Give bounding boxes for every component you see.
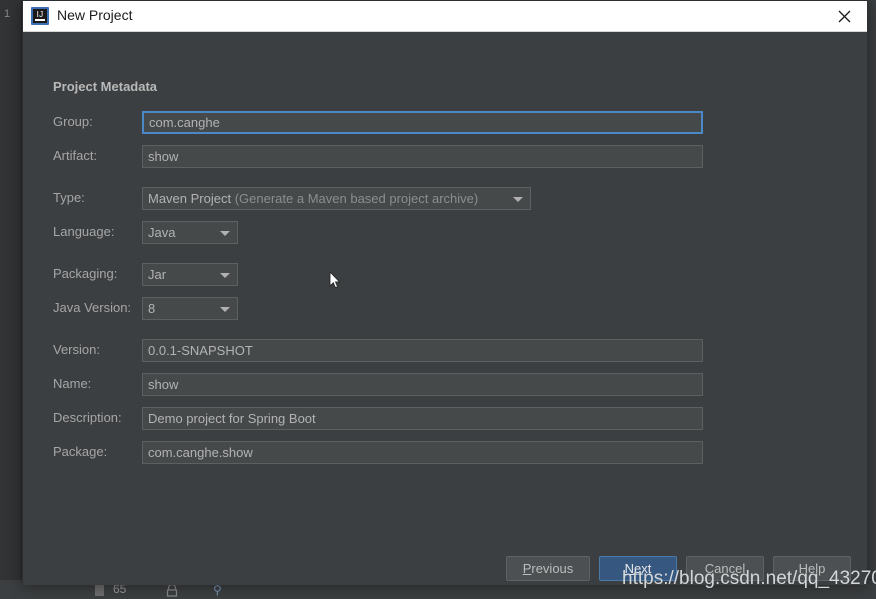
combo-java-version[interactable]: 8 [142,297,238,320]
previous-button[interactable]: Previous [506,556,590,581]
field-row-group: Group: com.canghe [23,111,867,135]
branch-icon[interactable]: ⚲ [213,583,222,597]
label-name: Name: [53,376,92,391]
label-group: Group: [53,114,93,129]
field-row-java-version: Java Version: 8 [23,297,867,321]
label-artifact: Artifact: [53,148,98,163]
section-heading: Project Metadata [53,79,158,94]
field-row-artifact: Artifact: show [23,145,867,169]
label-package: Package: [53,444,108,459]
field-row-version: Version: 0.0.1-SNAPSHOT [23,339,867,363]
ide-left-strip-marker: 1 [4,8,11,20]
combo-java-version-value: 8 [148,301,156,316]
combo-type-value-detail: (Generate a Maven based project archive) [234,191,479,206]
input-group[interactable]: com.canghe [142,111,703,134]
dialog-title: New Project [57,7,133,23]
combo-language[interactable]: Java [142,221,238,244]
dialog-titlebar: IJ New Project [23,1,867,32]
ide-left-strip: 1 [0,0,22,599]
input-version[interactable]: 0.0.1-SNAPSHOT [142,339,703,362]
app-icon-text: IJ [36,10,44,19]
combo-packaging-value: Jar [148,267,167,282]
input-artifact[interactable]: show [142,145,703,168]
field-row-packaging: Packaging: Jar [23,263,867,287]
field-row-name: Name: show [23,373,867,397]
chevron-down-icon [220,272,230,278]
close-icon [838,10,851,22]
combo-packaging[interactable]: Jar [142,263,238,286]
chevron-down-icon [220,230,230,236]
label-packaging: Packaging: [53,266,118,281]
label-java-version: Java Version: [53,300,132,315]
field-row-package: Package: com.canghe.show [23,441,867,465]
chevron-down-icon [513,196,523,202]
label-language: Language: [53,224,115,239]
combo-language-value: Java [148,225,176,240]
previous-button-mnemonic: P [522,561,532,576]
field-row-language: Language: Java [23,221,867,245]
input-package[interactable]: com.canghe.show [142,441,703,464]
close-button[interactable] [822,1,867,31]
input-description[interactable]: Demo project for Spring Boot [142,407,703,430]
input-name[interactable]: show [142,373,703,396]
label-type: Type: [53,190,85,205]
intellij-idea-icon: IJ [31,7,49,25]
label-description: Description: [53,410,122,425]
chevron-down-icon [220,306,230,312]
previous-button-label: revious [531,561,574,576]
field-row-type: Type: Maven Project (Generate a Maven ba… [23,187,867,211]
watermark-url: https://blog.csdn.net/qq_43270074 [622,568,876,589]
label-version: Version: [53,342,100,357]
field-row-description: Description: Demo project for Spring Boo… [23,407,867,431]
status-swatch-icon [95,585,104,596]
combo-type-value: Maven Project [148,191,232,206]
lock-icon[interactable] [165,584,179,597]
new-project-dialog: IJ New Project Project Metadata Group: c… [22,0,868,585]
dialog-body: Project Metadata Group: com.canghe Artif… [23,32,867,585]
combo-type[interactable]: Maven Project (Generate a Maven based pr… [142,187,531,210]
app-icon-bar [35,19,45,21]
